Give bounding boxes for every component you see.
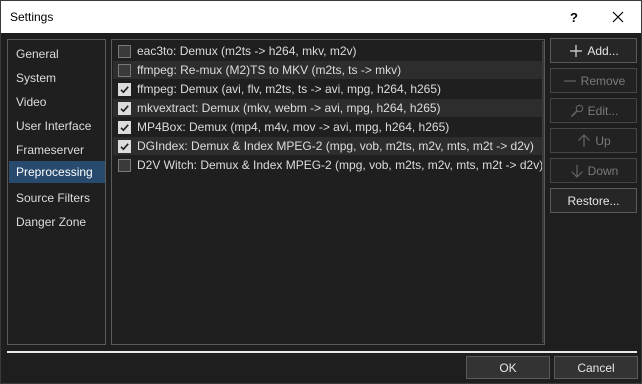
wrench-icon [570, 104, 583, 117]
item-label: MP4Box: Demux (mp4, m4v, mov -> avi, mpg… [137, 120, 450, 134]
list-item[interactable]: eac3to: Demux (m2ts -> h264, mkv, m2v) [113, 42, 543, 60]
add-button-label: Add... [587, 43, 619, 58]
remove-button[interactable]: Remove [550, 68, 637, 93]
add-button[interactable]: Add... [550, 38, 637, 63]
item-checkbox[interactable] [118, 63, 131, 77]
plus-icon [570, 44, 583, 57]
item-label: eac3to: Demux (m2ts -> h264, mkv, m2v) [137, 44, 357, 58]
window-title: Settings [10, 10, 54, 24]
close-icon [612, 11, 624, 23]
item-label: ffmpeg: Re-mux (M2)TS to MKV (m2ts, ts -… [137, 63, 402, 77]
sidebar-item-user-interface[interactable]: User Interface [9, 115, 105, 137]
list-item[interactable]: mkvextract: Demux (mkv, webm -> avi, mpg… [113, 99, 543, 117]
item-label: DGIndex: Demux & Index MPEG-2 (mpg, vob,… [137, 139, 534, 153]
item-checkbox[interactable] [118, 44, 131, 58]
list-item[interactable]: DGIndex: Demux & Index MPEG-2 (mpg, vob,… [113, 137, 543, 155]
help-button[interactable]: ? [551, 1, 597, 33]
remove-button-label: Remove [580, 73, 626, 88]
sidebar-item-preprocessing[interactable]: Preprocessing [9, 161, 105, 183]
footer-separator [7, 351, 637, 353]
item-checkbox[interactable] [118, 101, 131, 115]
title-bar: Settings ? [1, 1, 641, 33]
cancel-button[interactable]: Cancel [554, 356, 638, 379]
restore-button[interactable]: Restore... [550, 188, 637, 213]
sidebar-item-system[interactable]: System [9, 67, 105, 89]
sidebar-item-video[interactable]: Video [9, 91, 105, 113]
checkmark-icon [120, 85, 129, 93]
up-button-label: Up [595, 133, 611, 148]
arrow-up-icon [578, 133, 591, 147]
list-item[interactable]: MP4Box: Demux (mp4, m4v, mov -> avi, mpg… [113, 118, 543, 136]
item-checkbox[interactable] [118, 139, 131, 153]
up-button[interactable]: Up [550, 128, 637, 153]
item-checkbox[interactable] [118, 120, 131, 134]
item-label: D2V Witch: Demux & Index MPEG-2 (mpg, vo… [137, 158, 544, 172]
list-scrollbar[interactable] [542, 41, 544, 343]
edit-button-label: Edit... [587, 103, 619, 118]
checkmark-icon [120, 104, 129, 112]
edit-button[interactable]: Edit... [550, 98, 637, 123]
item-checkbox[interactable] [118, 82, 131, 96]
preprocessing-list: eac3to: Demux (m2ts -> h264, mkv, m2v) ff… [111, 39, 545, 345]
item-label: ffmpeg: Demux (avi, flv, m2ts, ts -> avi… [137, 82, 442, 96]
sidebar-item-frameserver[interactable]: Frameserver [9, 139, 105, 161]
item-checkbox[interactable] [118, 158, 131, 172]
arrow-down-icon [570, 164, 583, 178]
item-label: mkvextract: Demux (mkv, webm -> avi, mpg… [137, 101, 441, 115]
list-item[interactable]: ffmpeg: Demux (avi, flv, m2ts, ts -> avi… [113, 80, 543, 98]
settings-sidebar: General System Video User Interface Fram… [7, 39, 106, 345]
list-item[interactable]: D2V Witch: Demux & Index MPEG-2 (mpg, vo… [113, 156, 543, 174]
close-button[interactable] [595, 1, 641, 33]
down-button[interactable]: Down [550, 158, 637, 183]
sidebar-item-danger-zone[interactable]: Danger Zone [9, 211, 105, 233]
sidebar-item-general[interactable]: General [9, 43, 105, 65]
down-button-label: Down [587, 163, 619, 178]
checkmark-icon [120, 142, 129, 150]
settings-window: Settings ? General System Video User Int… [0, 0, 642, 384]
minus-icon [563, 79, 576, 82]
checkmark-icon [120, 123, 129, 131]
ok-button[interactable]: OK [466, 356, 550, 379]
sidebar-item-source-filters[interactable]: Source Filters [9, 187, 105, 209]
list-item[interactable]: ffmpeg: Re-mux (M2)TS to MKV (m2ts, ts -… [113, 61, 543, 79]
